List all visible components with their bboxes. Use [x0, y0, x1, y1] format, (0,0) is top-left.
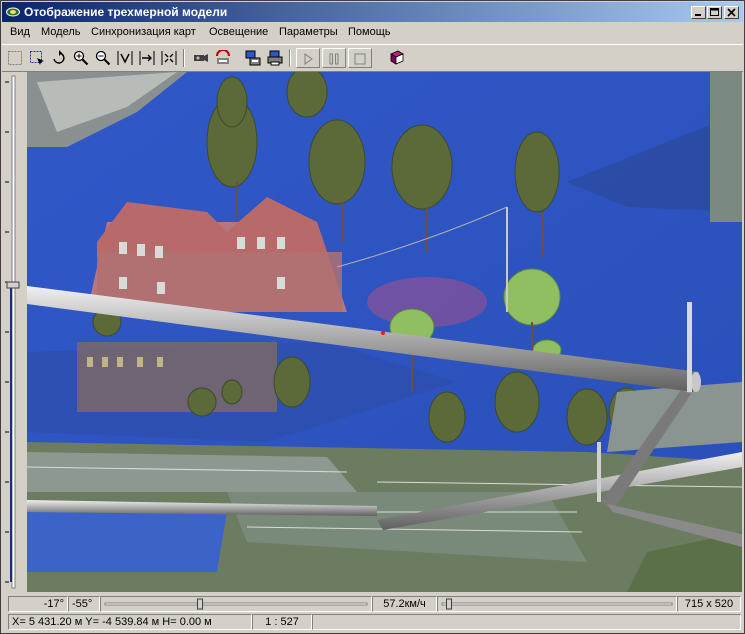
- menu-item-lighting[interactable]: Освещение: [209, 26, 268, 38]
- help-book-icon: [390, 50, 404, 65]
- play-button[interactable]: [296, 48, 320, 68]
- sync-map-icon: [216, 50, 230, 64]
- scale-readout: 1 : 527: [252, 614, 312, 630]
- toolbar-separator: [289, 49, 291, 67]
- pitch-slider-thumb: [6, 281, 20, 289]
- select-icon: [8, 51, 22, 65]
- zoom-out-button[interactable]: [93, 48, 113, 68]
- app-icon: [6, 7, 20, 17]
- toolbar: [2, 44, 743, 72]
- zoom-in-icon: [73, 50, 89, 66]
- angle-slider-track[interactable]: [101, 597, 371, 611]
- menu-item-help[interactable]: Помощь: [348, 26, 391, 38]
- speed-slider-thumb: [446, 598, 452, 610]
- angle-horizontal: -17°: [8, 596, 68, 612]
- 3d-scene[interactable]: [27, 72, 742, 592]
- close-icon: [727, 8, 736, 17]
- rotate-button[interactable]: [49, 48, 69, 68]
- export-icon: [245, 50, 261, 66]
- speed-slider-track[interactable]: [438, 597, 676, 611]
- status-empty-panel: [312, 614, 741, 630]
- menu-bar: Вид Модель Синхронизация карт Освещение …: [2, 23, 743, 42]
- menu-item-parameters[interactable]: Параметры: [279, 26, 338, 38]
- stop-icon: [354, 53, 366, 65]
- angle-slider[interactable]: [100, 596, 372, 612]
- minimize-icon: [695, 14, 701, 16]
- zoom-in-button[interactable]: [71, 48, 91, 68]
- minimize-button[interactable]: [691, 6, 706, 19]
- pitch-slider[interactable]: [2, 72, 26, 593]
- play-icon: [304, 53, 313, 65]
- export-button[interactable]: [243, 48, 263, 68]
- fit-all-button[interactable]: [159, 48, 179, 68]
- camera-icon: [194, 54, 208, 62]
- zoom-out-icon: [95, 50, 111, 66]
- sync-map-button[interactable]: [213, 48, 233, 68]
- print-icon: [267, 50, 283, 66]
- select-area-button[interactable]: [27, 48, 47, 68]
- pitch-slider-track[interactable]: [2, 72, 26, 593]
- app-window: Отображение трехмерной модели Вид Модель…: [0, 0, 745, 634]
- close-button[interactable]: [724, 6, 739, 19]
- menu-item-model[interactable]: Модель: [41, 26, 80, 38]
- menu-item-view[interactable]: Вид: [10, 26, 30, 38]
- maximize-button[interactable]: [707, 6, 722, 19]
- 3d-viewport[interactable]: [27, 72, 742, 592]
- speed-slider[interactable]: [437, 596, 677, 612]
- resolution-readout: 715 x 520: [677, 596, 741, 612]
- fit-view-button[interactable]: [115, 48, 135, 68]
- coords-readout: X= 5 431.20 м Y= -4 539.84 м H= 0.00 м: [8, 614, 252, 630]
- camera-button[interactable]: [191, 48, 211, 68]
- speed-readout: 57.2км/ч: [372, 596, 437, 612]
- select-button[interactable]: [5, 48, 25, 68]
- angle-slider-thumb: [197, 598, 204, 610]
- menu-item-map-sync[interactable]: Синхронизация карт: [91, 26, 196, 38]
- select-area-icon: [30, 51, 44, 65]
- rotate-icon: [53, 50, 65, 64]
- help-book-button[interactable]: [387, 48, 407, 68]
- maximize-icon: [710, 8, 719, 16]
- pause-icon: [329, 53, 339, 65]
- fit-view-icon: [117, 51, 133, 65]
- status-bar: -17° -55° 57.2км/ч 715 x 520 X= 5 431.20…: [2, 593, 743, 633]
- stop-button[interactable]: [348, 48, 372, 68]
- pan-right-button[interactable]: [137, 48, 157, 68]
- print-button[interactable]: [265, 48, 285, 68]
- title-bar[interactable]: Отображение трехмерной модели: [2, 2, 743, 22]
- pause-button[interactable]: [322, 48, 346, 68]
- toolbar-separator: [183, 49, 185, 67]
- pan-right-icon: [139, 51, 155, 65]
- fit-all-icon: [161, 51, 177, 65]
- angle-vertical: -55°: [68, 596, 100, 612]
- window-title: Отображение трехмерной модели: [24, 5, 228, 19]
